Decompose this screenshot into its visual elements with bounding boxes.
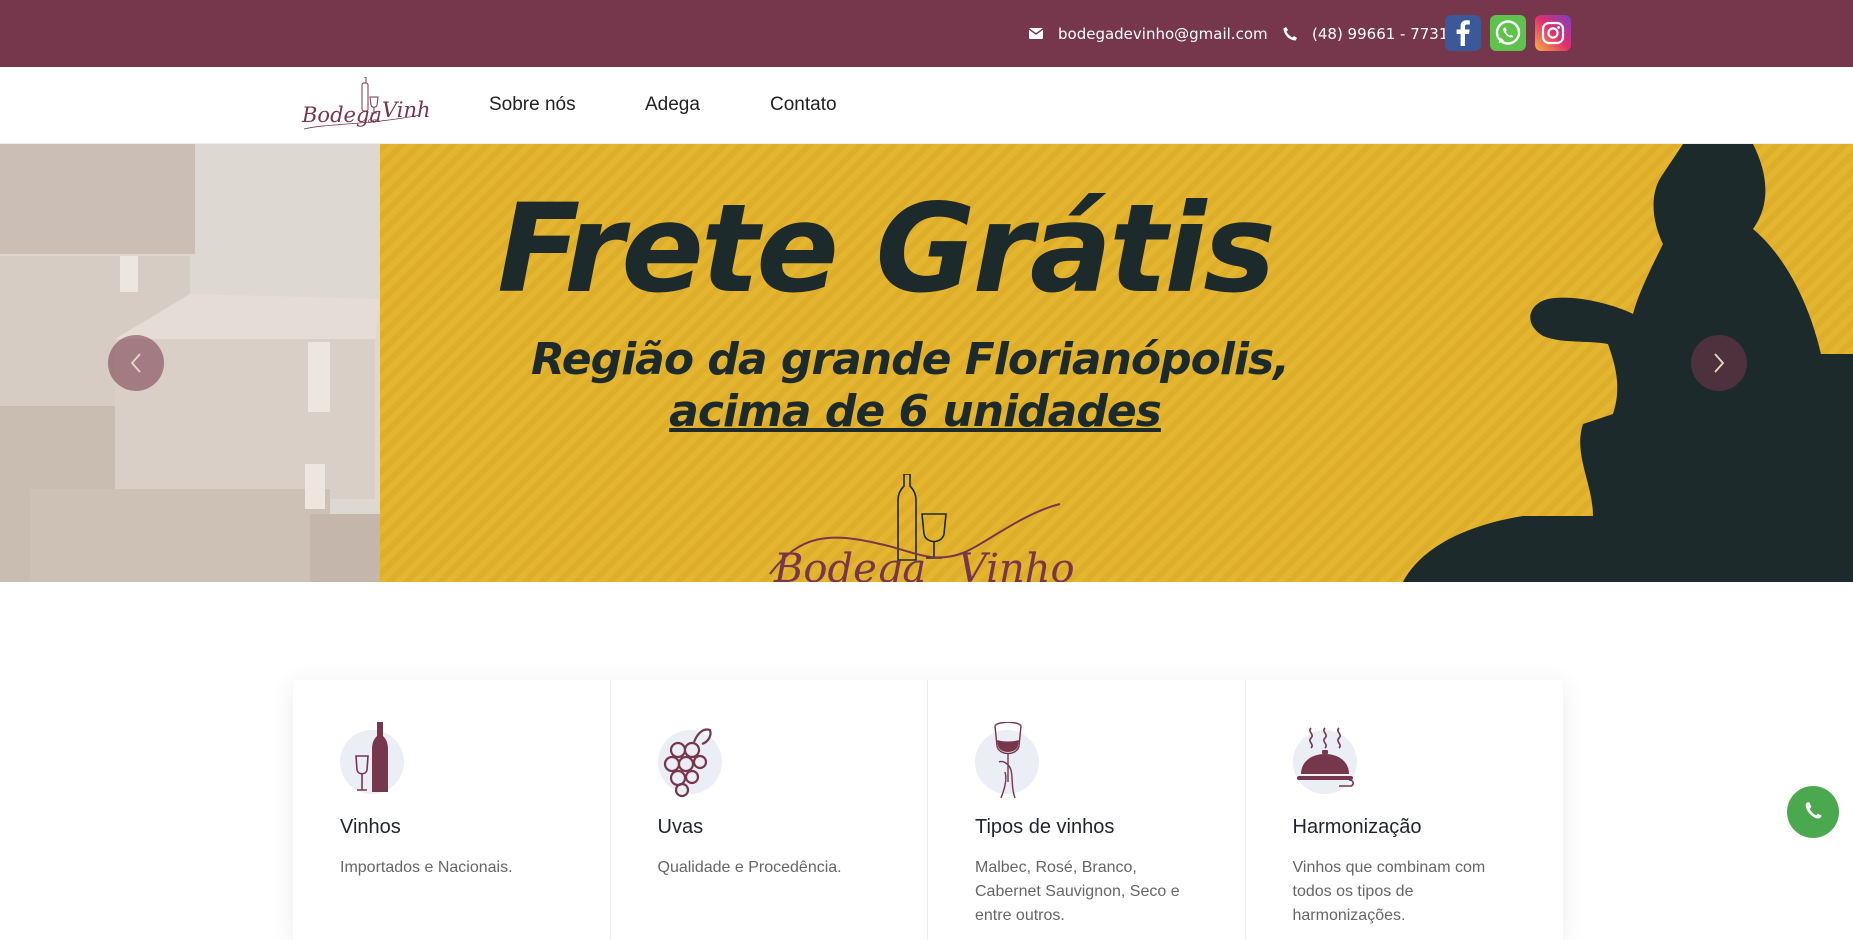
svg-text:Vinho: Vinho [382,98,430,122]
svg-text:Vinho: Vinho [958,546,1075,582]
floating-whatsapp-button[interactable] [1787,786,1839,838]
feature-card-vinhos: Vinhos Importados e Nacionais. [293,680,611,940]
facebook-button[interactable] [1445,15,1481,51]
envelope-icon [1028,26,1044,42]
carousel-prev-button[interactable] [108,335,164,391]
site-logo[interactable]: Bodega de Vinho [300,76,443,135]
feature-card-uvas: Uvas Qualidade e Procedência. [611,680,928,940]
feature-title: Harmonização [1292,816,1422,838]
cardboard-boxes-illustration [0,144,380,582]
hero-carousel: Frete Grátis Região da grande Florianópo… [0,144,1853,582]
carousel-next-button[interactable] [1691,335,1747,391]
feature-title: Tipos de vinhos [975,816,1115,838]
nav-item-sobre-nos[interactable]: Sobre nós [489,94,576,116]
whatsapp-icon [1805,802,1822,819]
top-bar: bodegadevinho@gmail.com (48) 99661 - 773… [0,0,1853,67]
phone-icon [1282,26,1298,42]
feature-description: Malbec, Rosé, Branco, Cabernet Sauvignon… [975,859,1180,924]
feature-title: Uvas [657,816,704,838]
svg-text:Bodega: Bodega [773,546,926,582]
main-navbar: Bodega de Vinho Sobre nós Adega Contato [0,67,1853,144]
feature-card-harmonizacao: Harmonização Vinhos que combinam com tod… [1246,680,1564,940]
feature-description: Importados e Nacionais. [340,859,513,876]
wine-bottle-glass-icon [340,722,404,794]
feature-card-tipos-de-vinhos: Tipos de vinhos Malbec, Rosé, Branco, Ca… [928,680,1246,940]
contact-phone-text: (48) 99661 - 7731 [1312,24,1449,43]
contact-email-text: bodegadevinho@gmail.com [1058,24,1268,43]
whatsapp-button[interactable] [1490,15,1526,51]
hero-brand-logo: Bodega Vinho [769,474,1075,582]
hero-subtitle-line2: acima de 6 unidades [669,386,1162,437]
chevron-left-icon [130,353,141,373]
features-section: Vinhos Importados e Nacionais. Uvas Qual… [293,680,1563,940]
chevron-right-icon [1714,353,1725,373]
grapes-icon [657,728,722,798]
feature-title: Vinhos [340,816,401,838]
facebook-icon [1456,20,1470,46]
svg-text:de: de [368,117,377,125]
nav-item-contato[interactable]: Contato [770,94,837,116]
instagram-icon [1541,21,1565,45]
wine-tasting-icon [975,722,1039,798]
hero-subtitle-line1: Região da grande Florianópolis, [531,334,1290,385]
whatsapp-icon [1495,20,1521,45]
instagram-button[interactable] [1535,15,1571,51]
feature-description: Vinhos que combinam com todos os tipos d… [1292,859,1486,924]
hero-title: Frete Grátis [497,178,1276,320]
contact-phone[interactable]: (48) 99661 - 7731 [1282,0,1448,67]
feature-description: Qualidade e Procedência. [657,859,842,876]
cloche-icon [1292,727,1357,794]
nav-item-adega[interactable]: Adega [645,94,700,116]
contact-email[interactable]: bodegadevinho@gmail.com [1028,0,1268,67]
